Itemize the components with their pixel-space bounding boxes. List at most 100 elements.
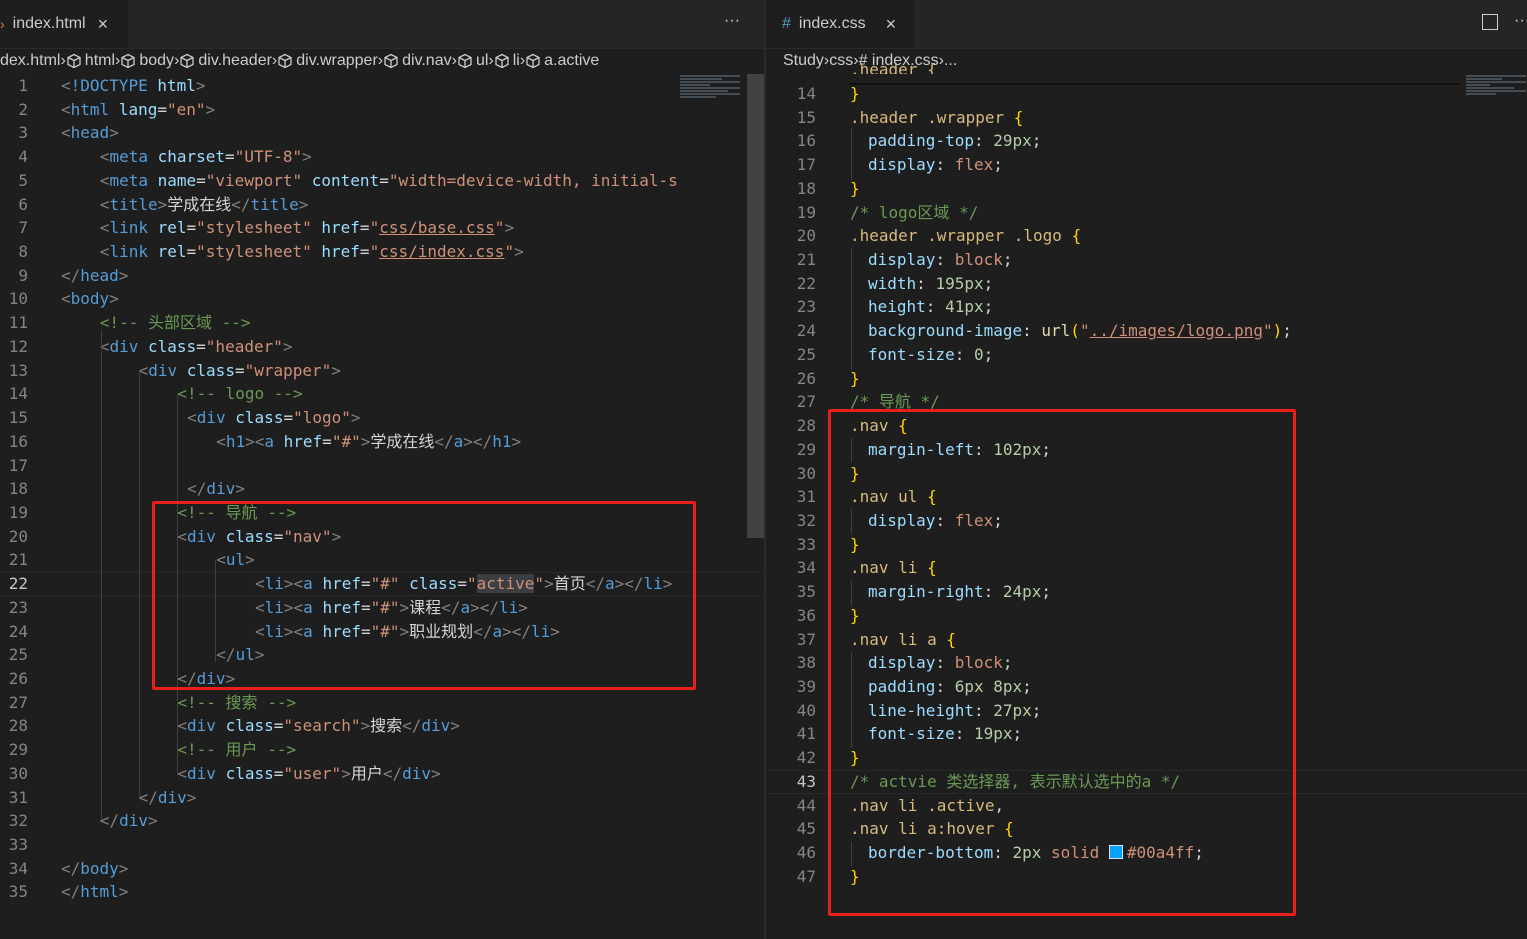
code-line: 25 font-size: 0; [766,343,1527,367]
breadcrumb-item[interactable]: html [66,52,115,70]
code-line: 10 <body> [0,287,764,311]
code-line: 34 </body> [0,857,764,881]
close-icon[interactable]: × [886,14,897,35]
code-text: <title>学成在线</title> [99,194,309,214]
code-line: 12 <div class="header"> [0,335,764,359]
breadcrumb-item[interactable]: li [494,52,520,70]
code-line: 24 background-image: url("../images/logo.… [766,319,1527,343]
code-text: padding-top: 29px; [868,131,1042,151]
more-actions-icon[interactable]: ··· [1514,12,1527,30]
line-number: 7 [18,218,28,238]
line-number: 28 [8,716,28,736]
more-actions-icon[interactable]: ··· [724,12,740,30]
breadcrumb: dex.html › html › body › div.header › div.wrappe… [0,48,764,74]
code-text: <div class="search">搜索</div> [177,716,460,736]
code-line: 1 <!DOCTYPE html> [0,74,764,98]
code-text: <div class="wrapper"> [138,360,341,380]
breadcrumb-item[interactable]: ... [944,52,957,70]
code-line: 7 <link rel="stylesheet" href="css/base.c… [0,216,764,240]
code-line: 8 <link rel="stylesheet" href="css/index.… [0,240,764,264]
annotation-box-nav-css [828,409,1296,916]
breadcrumb-item[interactable]: body [120,52,174,70]
line-number: 17 [8,455,28,475]
minimap [1466,74,1526,154]
line-number: 26 [796,368,816,388]
code-line: 31 </div> [0,786,764,810]
line-number: 21 [796,250,816,270]
code-line: 22 width: 195px; [766,272,1527,296]
breadcrumb-item[interactable]: div.nav [383,52,452,70]
code-line: 17 [0,454,764,478]
tab-index-html[interactable]: › index.html × [0,0,128,48]
line-number: 15 [8,408,28,428]
code-line: 29 <!-- 用户 --> [0,738,764,762]
indent-guide [139,370,140,797]
line-number: 30 [796,463,816,483]
code-text: </head> [61,265,129,285]
tab-label: index.html [12,15,86,32]
breadcrumb-item[interactable]: a.active [525,52,599,70]
indent-guide [851,129,852,180]
line-number: 24 [796,321,816,341]
breadcrumb-item[interactable]: div.header [179,52,272,70]
breadcrumb-item[interactable]: dex.html [0,52,60,70]
code-text: <link rel="stylesheet" href="css/base.cs… [99,218,515,238]
code-text: display: block; [868,250,1013,270]
code-line: 17 display: flex; [766,153,1527,177]
code-line: 23 height: 41px; [766,295,1527,319]
code-line: 14} [766,82,1527,106]
line-number: 38 [796,653,816,673]
tab-index-css[interactable]: # index.css × [766,0,914,48]
line-number: 28 [796,416,816,436]
line-number: 36 [796,605,816,625]
line-number: 42 [796,748,816,768]
line-number: 46 [796,843,816,863]
code-text: </div> [99,811,158,831]
line-number: 20 [796,226,816,246]
code-text: <meta charset="UTF-8"> [99,147,312,167]
line-number: 43 [796,771,816,791]
code-line: 26} [766,367,1527,391]
html-editor-pane[interactable]: › index.html × ··· dex.html › html › body › di… [0,0,764,939]
line-number: 22 [8,574,28,594]
breadcrumb-item[interactable]: Study [783,52,824,70]
line-number: 29 [796,439,816,459]
code-text: .header .wrapper .logo { [850,226,1082,246]
line-number: 23 [796,297,816,317]
line-number: 10 [8,289,28,309]
line-number: 20 [8,526,28,546]
line-number: 34 [796,558,816,578]
css-editor-pane[interactable]: # index.css × ··· Study›css›# index.css›… [766,0,1527,939]
line-number: 30 [8,763,28,783]
code-text: <!-- logo --> [177,384,303,404]
breadcrumb-item[interactable]: div.wrapper [277,52,378,70]
code-text: width: 195px; [868,273,994,293]
line-number: 1 [18,76,28,95]
code-text: <div class="logo"> [187,408,361,428]
line-number: 9 [18,265,28,285]
line-number: 11 [8,313,28,333]
vertical-scrollbar[interactable] [747,74,764,538]
split-editor-icon[interactable] [1482,14,1498,30]
close-icon[interactable]: × [98,14,109,35]
line-number: 23 [8,597,28,617]
code-line: 14 <!-- logo --> [0,382,764,406]
code-text: <head> [61,123,119,143]
tab-label: index.css [798,15,866,32]
line-number: 37 [796,629,816,649]
code-text: display: flex; [868,155,1003,175]
minimap [680,74,740,154]
code-text: <link rel="stylesheet" href="css/index.c… [99,242,524,262]
line-number: 12 [8,336,28,356]
code-text: <body> [61,289,119,309]
line-number: 25 [796,344,816,364]
code-line: 16 padding-top: 29px; [766,129,1527,153]
line-number: 33 [8,835,28,855]
breadcrumb-item[interactable]: ul [457,52,488,70]
line-number: 4 [18,147,28,167]
code-text: <h1><a href="#">学成在线</a></h1> [216,431,522,451]
code-text: </div> [138,787,197,807]
code-text: .header .wrapper { [850,107,1024,127]
line-number: 45 [796,819,816,839]
code-line: 4 <meta charset="UTF-8"> [0,145,764,169]
